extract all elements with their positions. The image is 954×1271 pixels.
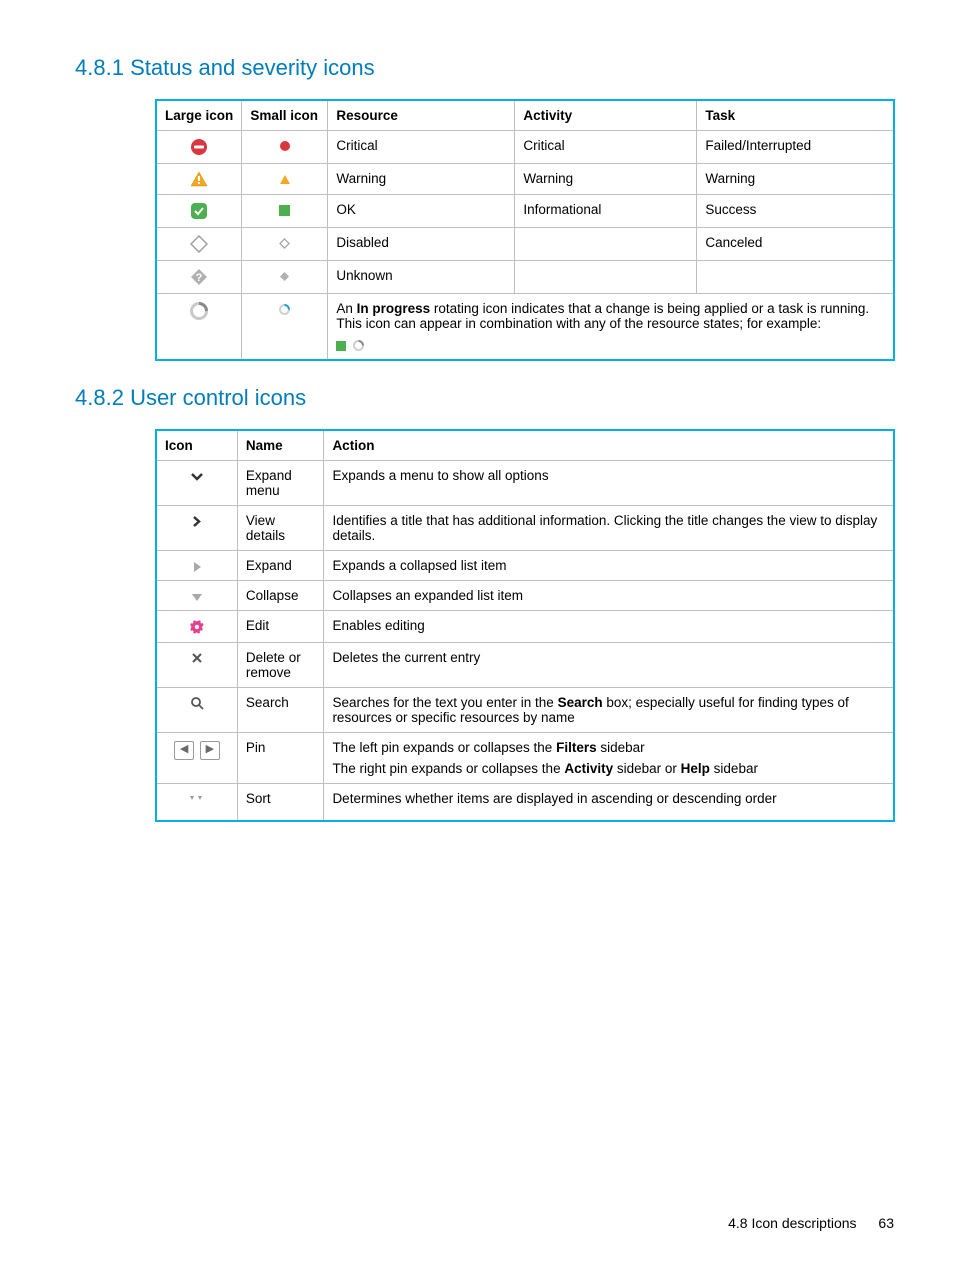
- cell: Unknown: [328, 261, 515, 294]
- table-row: ? Unknown: [156, 261, 894, 294]
- critical-large-icon: [156, 131, 242, 164]
- table-row: Sort Determines whether items are displa…: [156, 783, 894, 821]
- progress-example-icon: [336, 337, 885, 352]
- svg-text:?: ?: [196, 272, 203, 284]
- table-row: Delete or remove Deletes the current ent…: [156, 642, 894, 687]
- table-row: Search Searches for the text you enter i…: [156, 687, 894, 732]
- cell: Critical: [515, 131, 697, 164]
- section-number: 4.8.2: [75, 385, 124, 410]
- triangle-right-icon: [156, 551, 237, 581]
- cell: Determines whether items are displayed i…: [324, 783, 894, 821]
- cell: Success: [697, 195, 894, 228]
- cell: Delete or remove: [237, 642, 324, 687]
- unknown-small-icon: [242, 261, 328, 294]
- col-action: Action: [324, 430, 894, 461]
- close-x-icon: [156, 642, 237, 687]
- table-row: View details Identifies a title that has…: [156, 506, 894, 551]
- disabled-small-icon: [242, 228, 328, 261]
- cell: Identifies a title that has additional i…: [324, 506, 894, 551]
- col-task: Task: [697, 100, 894, 131]
- section-heading-481: 4.8.1 Status and severity icons: [75, 55, 894, 81]
- footer-page: 63: [878, 1215, 894, 1231]
- section-number: 4.8.1: [75, 55, 124, 80]
- chevron-down-icon: [156, 461, 237, 506]
- cell: Expand: [237, 551, 324, 581]
- cell: The left pin expands or collapses the Fi…: [324, 732, 894, 783]
- cell: Expand menu: [237, 461, 324, 506]
- table-header-row: Large icon Small icon Resource Activity …: [156, 100, 894, 131]
- cell: [697, 261, 894, 294]
- cell: Warning: [515, 164, 697, 195]
- cell: [515, 228, 697, 261]
- table-row: Disabled Canceled: [156, 228, 894, 261]
- table-row: Collapse Collapses an expanded list item: [156, 581, 894, 611]
- pin-icon: ◀ ▶: [156, 732, 237, 783]
- section-heading-482: 4.8.2 User control icons: [75, 385, 894, 411]
- cell: Expands a menu to show all options: [324, 461, 894, 506]
- cell: Disabled: [328, 228, 515, 261]
- text-bold: In progress: [357, 301, 431, 316]
- table-row: Expand menu Expands a menu to show all o…: [156, 461, 894, 506]
- cell: Search: [237, 687, 324, 732]
- unknown-large-icon: ?: [156, 261, 242, 294]
- progress-description: An In progress rotating icon indicates t…: [328, 294, 894, 361]
- cell: Deletes the current entry: [324, 642, 894, 687]
- section-title: User control icons: [130, 385, 306, 410]
- progress-large-icon: [156, 294, 242, 361]
- cell: Informational: [515, 195, 697, 228]
- cell: Canceled: [697, 228, 894, 261]
- table-row: Expand Expands a collapsed list item: [156, 551, 894, 581]
- table-row: OK Informational Success: [156, 195, 894, 228]
- col-icon: Icon: [156, 430, 237, 461]
- cell: Warning: [697, 164, 894, 195]
- cell: OK: [328, 195, 515, 228]
- warning-large-icon: [156, 164, 242, 195]
- text: An: [336, 301, 356, 316]
- progress-small-icon: [242, 294, 328, 361]
- ok-small-icon: [242, 195, 328, 228]
- sort-icon: [156, 783, 237, 821]
- cell: Collapse: [237, 581, 324, 611]
- disabled-large-icon: [156, 228, 242, 261]
- cell: Failed/Interrupted: [697, 131, 894, 164]
- section-title: Status and severity icons: [130, 55, 375, 80]
- col-name: Name: [237, 430, 324, 461]
- cell: Enables editing: [324, 611, 894, 642]
- col-resource: Resource: [328, 100, 515, 131]
- footer-section: 4.8 Icon descriptions: [728, 1215, 856, 1231]
- critical-small-icon: [242, 131, 328, 164]
- search-icon: [156, 687, 237, 732]
- col-large-icon: Large icon: [156, 100, 242, 131]
- cell: Critical: [328, 131, 515, 164]
- chevron-right-bold-icon: [156, 506, 237, 551]
- triangle-down-icon: [156, 581, 237, 611]
- status-icons-table: Large icon Small icon Resource Activity …: [155, 99, 895, 361]
- cell: Collapses an expanded list item: [324, 581, 894, 611]
- table-row: ◀ ▶ Pin The left pin expands or collapse…: [156, 732, 894, 783]
- table-row: Edit Enables editing: [156, 611, 894, 642]
- cell: Searches for the text you enter in the S…: [324, 687, 894, 732]
- cell: View details: [237, 506, 324, 551]
- cell: Warning: [328, 164, 515, 195]
- col-small-icon: Small icon: [242, 100, 328, 131]
- ok-large-icon: [156, 195, 242, 228]
- page-footer: 4.8 Icon descriptions 63: [728, 1215, 894, 1231]
- cell: Pin: [237, 732, 324, 783]
- table-row: Critical Critical Failed/Interrupted: [156, 131, 894, 164]
- user-control-icons-table: Icon Name Action Expand menu Expands a m…: [155, 429, 895, 821]
- table-header-row: Icon Name Action: [156, 430, 894, 461]
- cell: Expands a collapsed list item: [324, 551, 894, 581]
- col-activity: Activity: [515, 100, 697, 131]
- table-row: Warning Warning Warning: [156, 164, 894, 195]
- cell: [515, 261, 697, 294]
- warning-small-icon: [242, 164, 328, 195]
- cell: Edit: [237, 611, 324, 642]
- gear-icon: [156, 611, 237, 642]
- cell: Sort: [237, 783, 324, 821]
- table-row: An In progress rotating icon indicates t…: [156, 294, 894, 361]
